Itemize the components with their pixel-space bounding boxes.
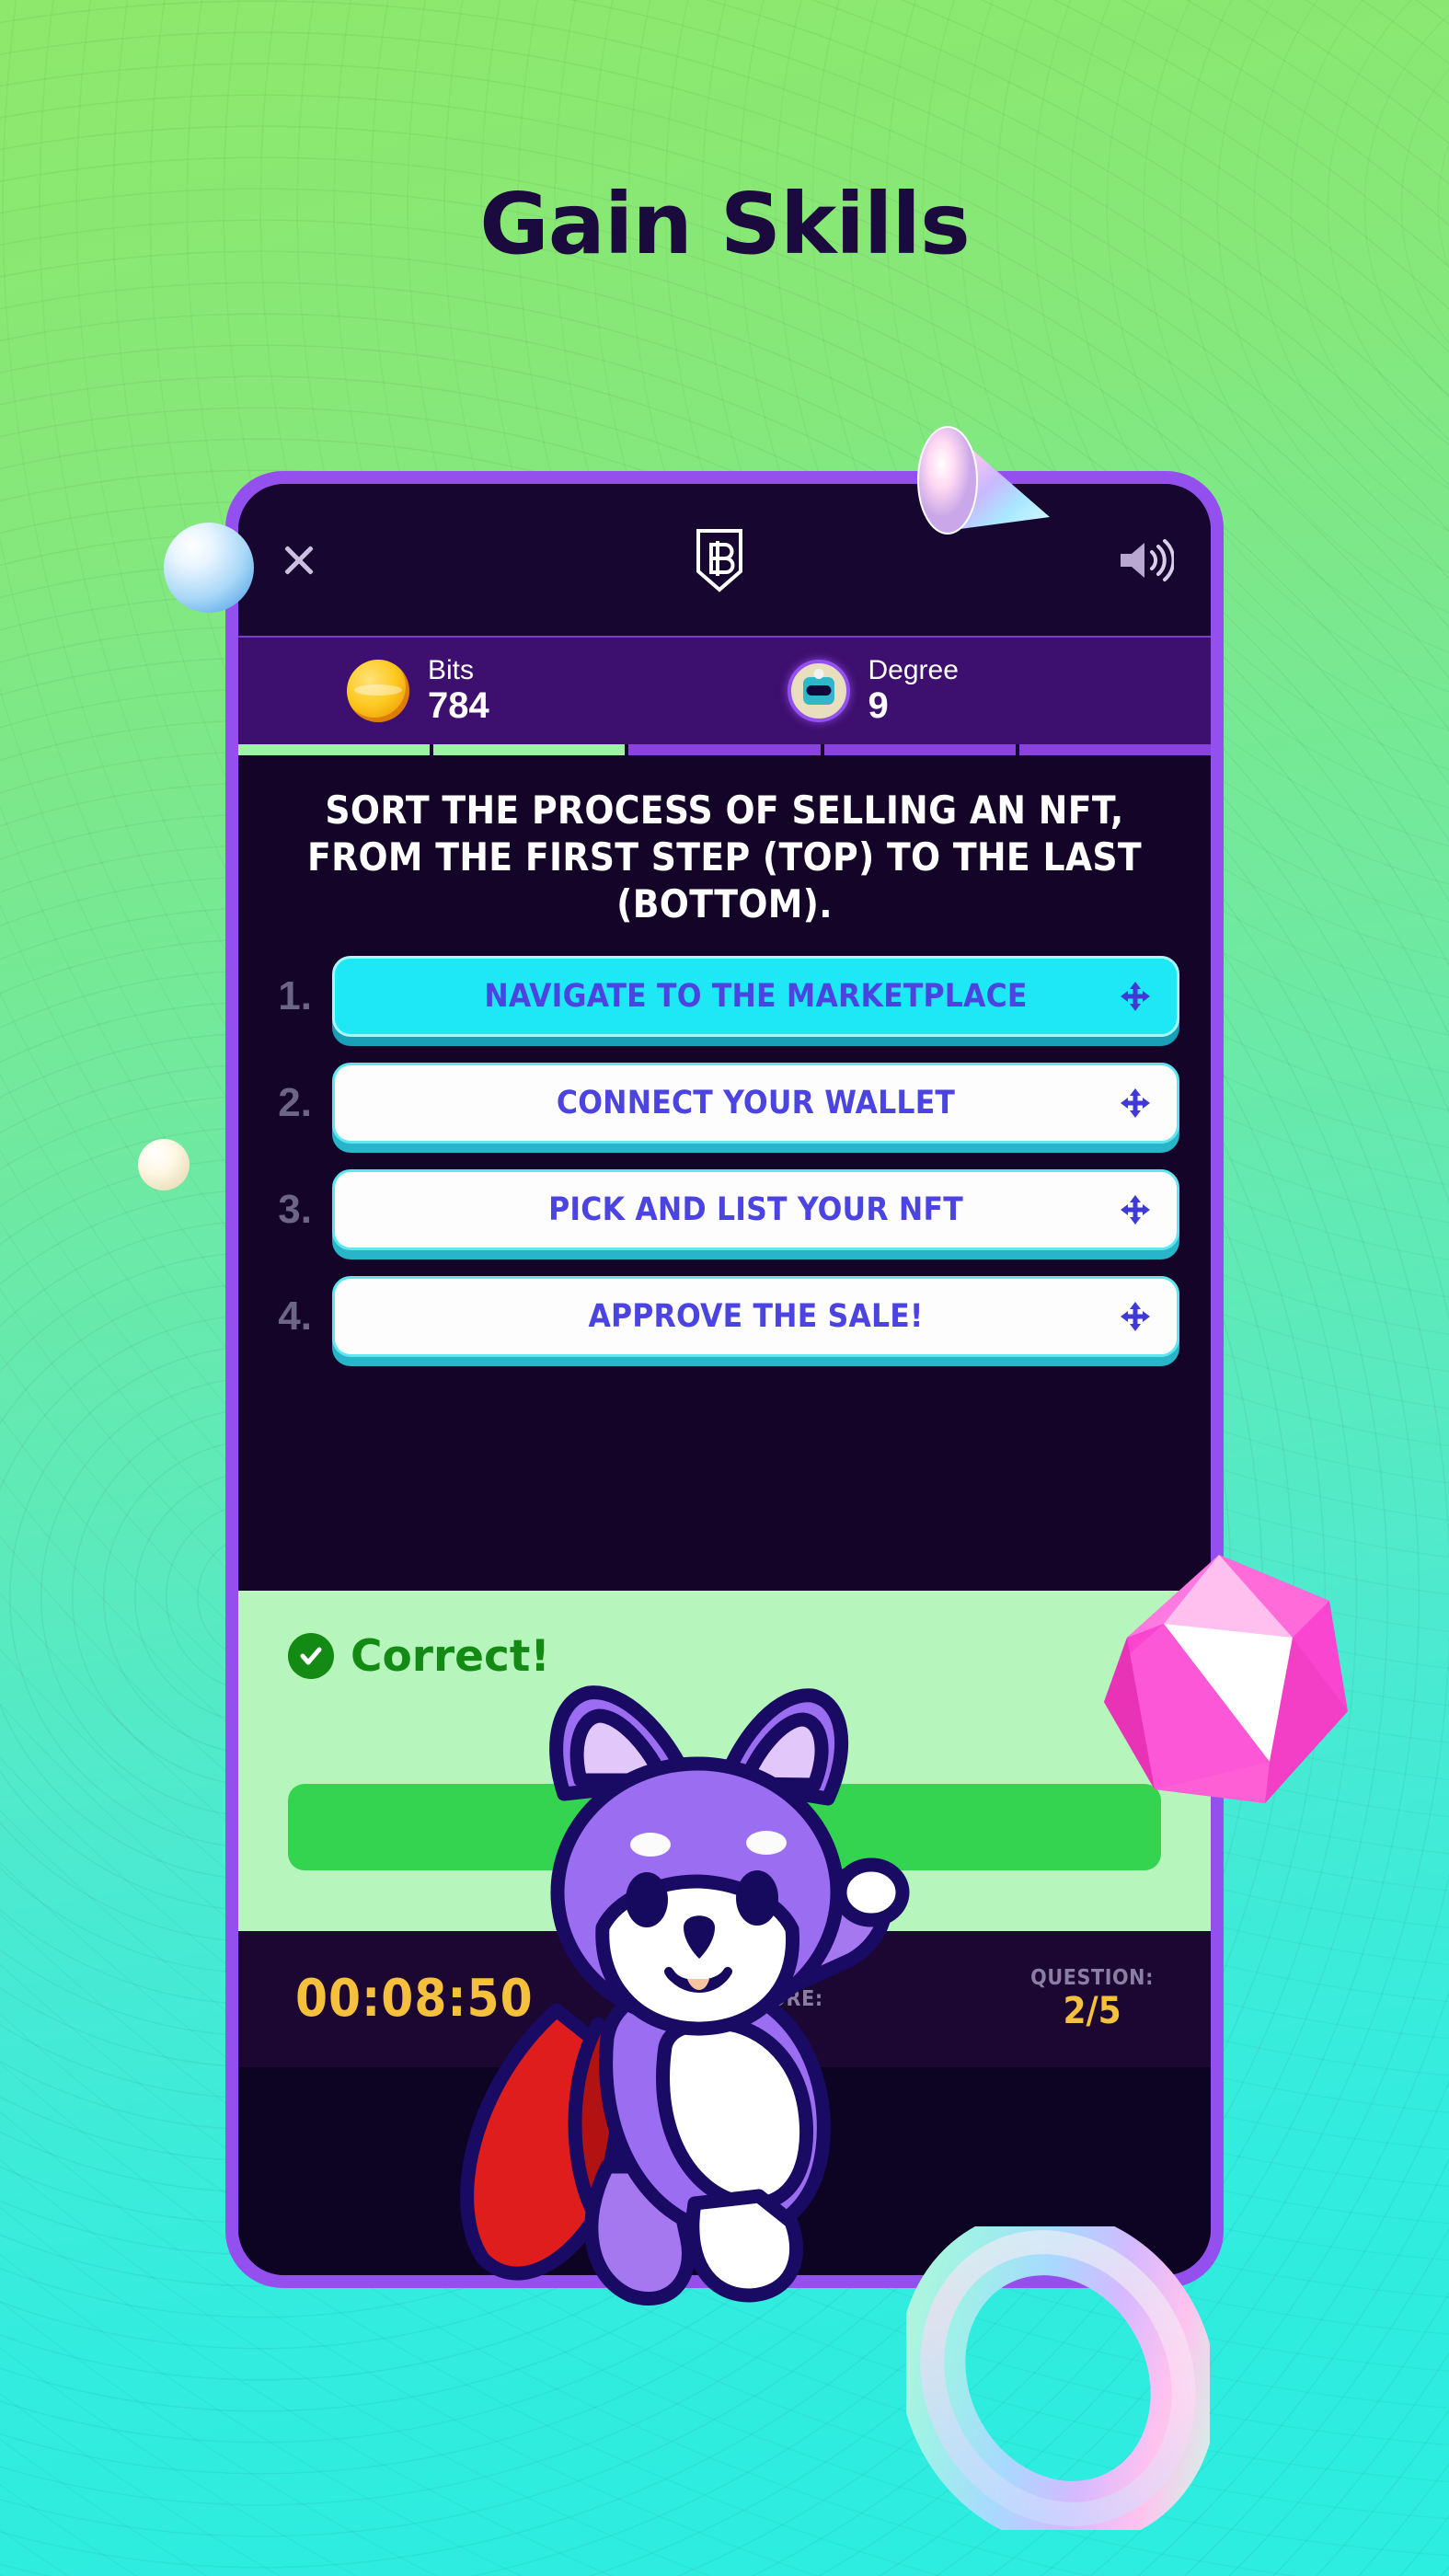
progress-segment [628,744,821,755]
score-block: SCORE: [741,1987,823,2011]
list-item: 4. APPROVE THE SALE! [270,1275,1179,1357]
quiz-progress-bar [238,744,1211,755]
progress-segment [823,744,1016,755]
result-header: Correct! [288,1631,1161,1682]
cream-pearl-sphere [138,1139,190,1190]
option-label: PICK AND LIST YOUR NFT [548,1190,963,1228]
list-item: 3. PICK AND LIST YOUR NFT [270,1168,1179,1250]
progress-segment [1018,744,1211,755]
robot-avatar-icon [787,659,850,722]
answer-options-list: 1. NAVIGATE TO THE MARKETPLACE 2. CONNEC… [238,927,1211,1591]
sound-on-icon[interactable] [1117,537,1176,583]
bitdegree-shield-logo [694,527,745,593]
progress-segment [433,744,626,755]
stat-degree: Degree 9 [725,655,1212,726]
continue-button-label: CONTINUE [629,1806,820,1847]
result-title: Correct! [351,1630,550,1682]
page-title: Gain Skills [479,175,970,273]
option-card-4[interactable]: APPROVE THE SALE! [332,1275,1179,1357]
option-number: 2. [278,1079,312,1125]
bits-label: Bits [428,655,475,686]
close-icon[interactable] [277,538,321,582]
progress-segment [238,744,431,755]
option-label: APPROVE THE SALE! [588,1297,924,1335]
degree-value: 9 [868,684,889,726]
phone-screen-bottom [238,2066,1211,2275]
result-panel: Correct! CONTINUE [238,1590,1211,1931]
question-counter: QUESTION: 2/5 [1030,1966,1154,2032]
question-counter-label: QUESTION: [1030,1965,1154,1990]
drag-handle-icon[interactable] [1120,981,1151,1012]
question-prompt: SORT THE PROCESS OF SELLING AN NFT, FROM… [307,788,1142,927]
option-card-2[interactable]: CONNECT YOUR WALLET [332,1062,1179,1144]
option-number: 3. [278,1186,312,1232]
quiz-footer: 00:08:50 SCORE: QUESTION: 2/5 [238,1930,1211,2067]
option-number: 1. [278,972,312,1018]
drag-handle-icon[interactable] [1120,1194,1151,1225]
app-topbar [238,484,1211,636]
check-circle-icon [288,1633,334,1680]
question-counter-value: 2/5 [1063,1990,1121,2033]
stat-bits: Bits 784 [238,655,725,726]
bits-value: 784 [428,684,489,726]
degree-label: Degree [868,655,959,686]
option-label: NAVIGATE TO THE MARKETPLACE [484,977,1028,1015]
option-number: 4. [278,1293,312,1339]
score-label: SCORE: [741,1986,823,2011]
stats-bar: Bits 784 Degree 9 [238,636,1211,744]
option-card-3[interactable]: PICK AND LIST YOUR NFT [332,1168,1179,1250]
phone-screen: Bits 784 Degree 9 SORT THE PROCESS OF SE… [238,484,1211,2275]
quiz-timer: 00:08:50 [295,1969,534,2030]
continue-button[interactable]: CONTINUE [288,1783,1161,1870]
option-label: CONNECT YOUR WALLET [556,1084,956,1121]
drag-handle-icon[interactable] [1120,1087,1151,1119]
list-item: 2. CONNECT YOUR WALLET [270,1062,1179,1144]
gold-coin-icon [347,659,409,722]
list-item: 1. NAVIGATE TO THE MARKETPLACE [270,955,1179,1037]
drag-handle-icon[interactable] [1120,1301,1151,1332]
question-area: SORT THE PROCESS OF SELLING AN NFT, FROM… [238,755,1211,928]
option-card-1[interactable]: NAVIGATE TO THE MARKETPLACE [332,955,1179,1037]
phone-mockup: Bits 784 Degree 9 SORT THE PROCESS OF SE… [225,471,1224,2288]
